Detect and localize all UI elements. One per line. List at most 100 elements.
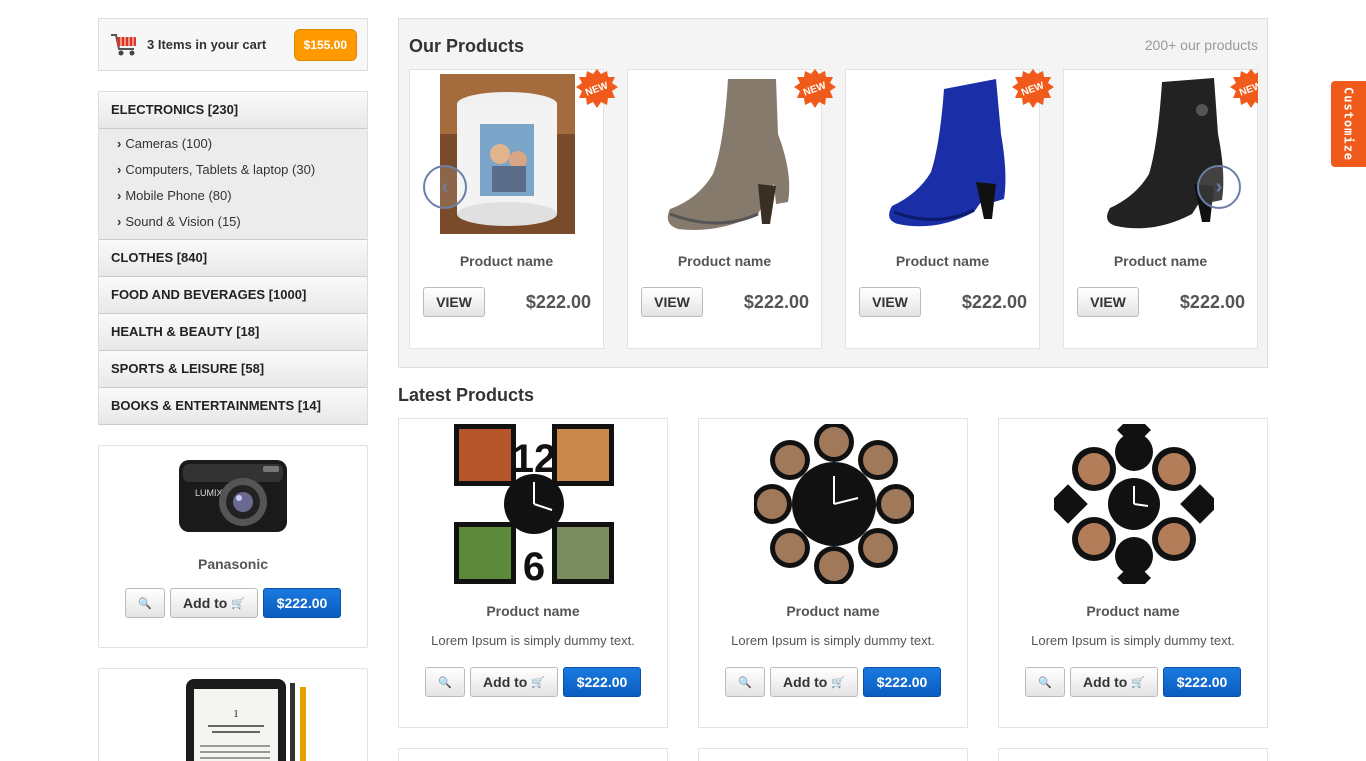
add-to-cart-button[interactable]: Add to 🛒 xyxy=(1070,667,1158,697)
cart-icon: 🛒 xyxy=(1131,676,1145,689)
latest-product-name: Product name xyxy=(786,603,880,619)
zoom-icon: 🔍 xyxy=(438,676,452,689)
subcategory-sound-vision[interactable]: › Sound & Vision (15) xyxy=(99,209,367,235)
price-button[interactable]: $222.00 xyxy=(1163,667,1241,697)
cart-icon: 🛒 xyxy=(531,676,545,689)
zoom-button[interactable]: 🔍 xyxy=(725,667,765,697)
subcategory-mobile-phone[interactable]: › Mobile Phone (80) xyxy=(99,183,367,209)
cart-icon: 🛒 xyxy=(831,676,845,689)
carousel-product-name: Product name xyxy=(677,253,772,269)
latest-product-actions: 🔍 Add to 🛒 $222.00 xyxy=(399,667,667,697)
zoom-button[interactable]: 🔍 xyxy=(125,588,165,618)
view-button[interactable]: VIEW xyxy=(1077,287,1139,317)
our-products-count: 200+ our products xyxy=(1144,37,1258,53)
photo-lamp-product-image[interactable] xyxy=(440,74,575,234)
carousel-product-card: NEW Product name VIEW $222.00 xyxy=(845,69,1054,349)
view-button[interactable]: VIEW xyxy=(641,287,703,317)
zoom-button[interactable]: 🔍 xyxy=(1025,667,1065,697)
side-product-name: Panasonic xyxy=(197,556,269,572)
cart-item-count: 3 Items in your cart xyxy=(147,37,267,52)
photo-clock-diamonds-image[interactable] xyxy=(1054,424,1214,584)
zoom-button[interactable]: 🔍 xyxy=(425,667,465,697)
category-sports-leisure[interactable]: SPORTS & LEISURE [58] xyxy=(99,351,367,388)
latest-product-actions: 🔍 Add to 🛒 $222.00 xyxy=(699,667,967,697)
price-button[interactable]: $222.00 xyxy=(263,588,341,618)
carousel-product-name: Product name xyxy=(895,253,990,269)
product-carousel: NEW Product name VIEW $222.00 NEW Produc… xyxy=(409,69,1258,349)
carousel-product-price: $222.00 xyxy=(743,292,809,312)
price-button[interactable]: $222.00 xyxy=(563,667,641,697)
blue-ankle-boot-image[interactable] xyxy=(876,74,1011,234)
photo-clock-hearts-image[interactable] xyxy=(754,424,914,584)
black-ankle-boot-image[interactable] xyxy=(1094,74,1229,234)
latest-product-description: Lorem Ipsum is simply dummy text. xyxy=(731,633,935,648)
chevron-right-icon: › xyxy=(117,162,122,177)
chevron-right-icon: › xyxy=(117,214,122,229)
latest-product-card-partial xyxy=(398,748,668,761)
zoom-icon: 🔍 xyxy=(138,597,152,610)
view-button[interactable]: VIEW xyxy=(859,287,921,317)
new-badge-icon: NEW xyxy=(1230,69,1258,108)
svg-text:LUMIX: LUMIX xyxy=(195,488,223,498)
new-badge-icon: NEW xyxy=(794,69,836,108)
carousel-product-price: $222.00 xyxy=(961,292,1027,312)
new-badge-icon: NEW xyxy=(576,69,618,108)
cart-total-badge[interactable]: $155.00 xyxy=(293,28,357,61)
shopping-cart-icon xyxy=(111,33,136,55)
latest-product-card: Product name Lorem Ipsum is simply dummy… xyxy=(698,418,968,728)
carousel-product-price: $222.00 xyxy=(1179,292,1245,312)
category-health-beauty[interactable]: HEALTH & BEAUTY [18] xyxy=(99,314,367,351)
ebook-reader-product-image[interactable]: 1 xyxy=(158,675,308,761)
our-products-title: Our Products xyxy=(409,36,525,56)
latest-product-card-partial xyxy=(998,748,1268,761)
chevron-right-icon: › xyxy=(117,136,122,151)
category-electronics[interactable]: ELECTRONICS [230] xyxy=(99,92,367,129)
category-menu: ELECTRONICS [230] › Cameras (100) › Comput… xyxy=(98,91,368,425)
side-product-card-ebook: 1 xyxy=(98,668,368,761)
price-button[interactable]: $222.00 xyxy=(863,667,941,697)
customize-tab[interactable]: Customize xyxy=(1331,81,1366,167)
camera-product-image[interactable]: LUMIX xyxy=(173,452,293,542)
subcategory-computers[interactable]: › Computers, Tablets & laptop (30) xyxy=(99,157,367,183)
add-to-cart-button[interactable]: Add to 🛒 xyxy=(170,588,258,618)
side-product-card: LUMIX Panasonic 🔍 Add to 🛒 $222.00 xyxy=(98,445,368,648)
left-sidebar: 3 Items in your cart $155.00 ELECTRONICS… xyxy=(98,18,368,761)
latest-product-card: 12 6 Product name Lorem Ipsum is simply … xyxy=(398,418,668,728)
zoom-icon: 🔍 xyxy=(738,676,752,689)
our-products-panel: Our Products 200+ our products NEW Produ… xyxy=(398,18,1268,368)
electronics-subcategories: › Cameras (100) › Computers, Tablets & lap… xyxy=(99,129,367,240)
latest-product-description: Lorem Ipsum is simply dummy text. xyxy=(431,633,635,648)
photo-clock-square-image[interactable]: 12 6 xyxy=(454,424,614,584)
latest-product-name: Product name xyxy=(486,603,580,619)
latest-product-actions: 🔍 Add to 🛒 $222.00 xyxy=(999,667,1267,697)
svg-text:6: 6 xyxy=(523,545,545,584)
carousel-prev-button[interactable]: ‹ xyxy=(423,165,467,209)
add-to-cart-button[interactable]: Add to 🛒 xyxy=(770,667,858,697)
cart-icon: 🛒 xyxy=(231,597,245,610)
carousel-product-name: Product name xyxy=(1113,253,1208,269)
side-product-actions: 🔍 Add to 🛒 $222.00 xyxy=(99,588,367,618)
zoom-icon: 🔍 xyxy=(1038,676,1052,689)
chevron-right-icon: › xyxy=(1215,175,1223,198)
latest-product-name: Product name xyxy=(1086,603,1180,619)
category-food-beverages[interactable]: FOOD AND BEVERAGES [1000] xyxy=(99,277,367,314)
latest-products-title: Latest Products xyxy=(398,385,535,405)
svg-text:1: 1 xyxy=(233,708,239,720)
carousel-product-price: $222.00 xyxy=(525,292,591,312)
carousel-product-card: NEW Product name VIEW $222.00 xyxy=(409,69,618,349)
cart-summary[interactable]: 3 Items in your cart $155.00 xyxy=(98,18,368,71)
chevron-left-icon: ‹ xyxy=(441,175,449,198)
latest-product-description: Lorem Ipsum is simply dummy text. xyxy=(1031,633,1235,648)
latest-product-card: Product name Lorem Ipsum is simply dummy… xyxy=(998,418,1268,728)
subcategory-cameras[interactable]: › Cameras (100) xyxy=(99,131,367,157)
shop-page: 3 Items in your cart $155.00 ELECTRONICS… xyxy=(0,0,1366,761)
add-to-cart-button[interactable]: Add to 🛒 xyxy=(470,667,558,697)
new-badge-icon: NEW xyxy=(1012,69,1054,108)
taupe-ankle-boot-image[interactable] xyxy=(658,74,793,234)
view-button[interactable]: VIEW xyxy=(423,287,485,317)
carousel-product-name: Product name xyxy=(459,253,554,269)
category-books-entertainments[interactable]: BOOKS & ENTERTAINMENTS [14] xyxy=(99,388,367,425)
carousel-next-button[interactable]: › xyxy=(1197,165,1241,209)
carousel-product-card: NEW Product name VIEW $222.00 xyxy=(627,69,836,349)
category-clothes[interactable]: CLOTHES [840] xyxy=(99,240,367,277)
